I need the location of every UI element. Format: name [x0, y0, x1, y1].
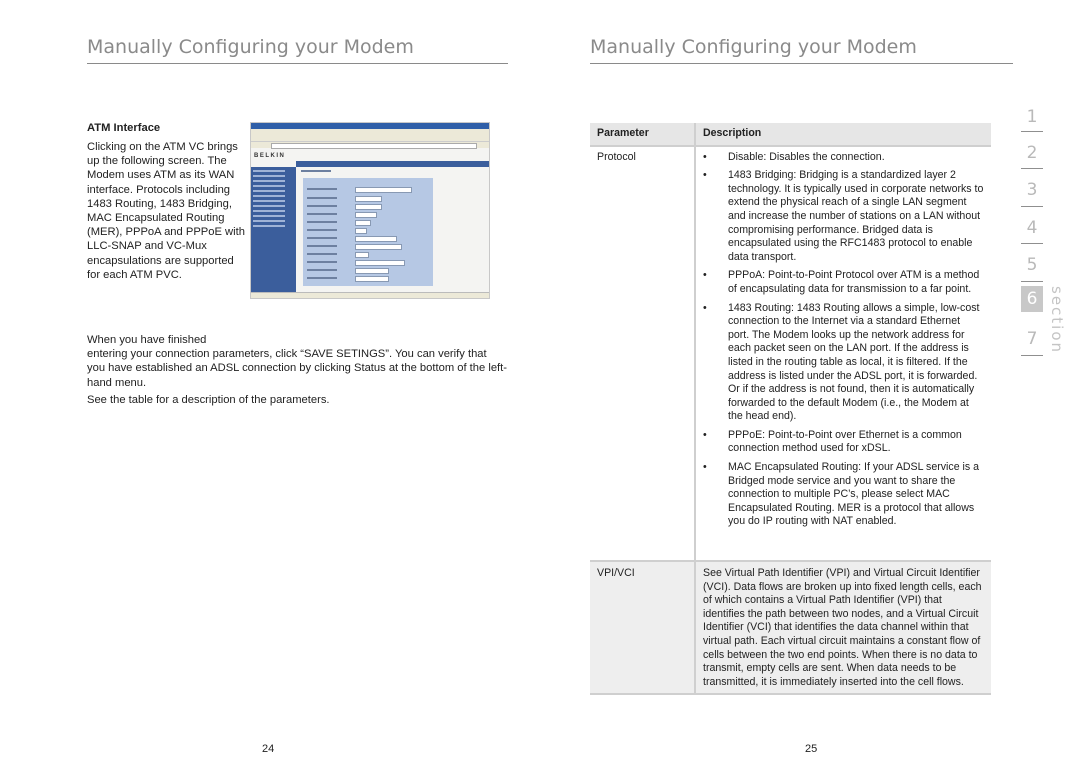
screenshot-form [303, 178, 433, 286]
bullet-icon: • [703, 169, 707, 182]
belkin-logo: BELKIN [254, 153, 286, 159]
header-description: Description [695, 123, 991, 147]
header-parameter: Parameter [590, 123, 696, 147]
page-number-left: 24 [262, 743, 275, 755]
finish-line-1: When you have finished [87, 334, 207, 346]
list-item: • PPPoA: Point-to-Point Protocol over ATM… [703, 269, 984, 296]
bullet-icon: • [703, 150, 707, 163]
left-page-title: Manually Configuring your Modem [87, 36, 414, 58]
section-tab-5[interactable]: 5 [1021, 255, 1043, 275]
section-tab-2[interactable]: 2 [1021, 143, 1043, 163]
section-divider [1021, 168, 1043, 169]
table-header-row: Parameter Description [590, 123, 991, 147]
param-description: • Disable: Disables the connection. • 1483… [695, 145, 991, 563]
list-item-text: 1483 Bridging: Bridging is a standardize… [728, 169, 984, 263]
section-tab-3[interactable]: 3 [1021, 180, 1043, 200]
atm-interface-body: Clicking on the ATM VC brings up the fol… [87, 141, 245, 281]
finish-line-rest: entering your connection parameters, cli… [87, 348, 507, 389]
section-tab-7[interactable]: 7 [1021, 329, 1043, 349]
finish-paragraph: When you have finished entering your con… [87, 333, 507, 390]
param-name: Protocol [590, 145, 696, 563]
list-item-text: MAC Encapsulated Routing: If your ADSL s… [728, 461, 980, 528]
list-item: • 1483 Bridging: Bridging is a standardiz… [703, 169, 984, 264]
parameter-table: Parameter Description Protocol • Disable:… [590, 123, 991, 696]
right-page-title: Manually Configuring your Modem [590, 36, 917, 58]
table-row: VPI/VCI See Virtual Path Identifier (VPI… [590, 561, 991, 696]
section-label: section [1048, 286, 1066, 355]
list-item-text: PPPoE: Point-to-Point over Ethernet is a… [728, 428, 962, 455]
param-description: See Virtual Path Identifier (VPI) and Vi… [695, 561, 991, 696]
atm-interface-heading: ATM Interface [87, 122, 161, 134]
list-item: • 1483 Routing: 1483 Routing allows a sim… [703, 302, 984, 424]
screenshot-banner [296, 161, 489, 167]
left-title-divider [87, 63, 508, 64]
bullet-icon: • [703, 269, 707, 282]
screenshot-address-bar [251, 142, 489, 149]
param-name: VPI/VCI [590, 561, 696, 696]
bullet-icon: • [703, 301, 707, 314]
section-divider [1021, 281, 1043, 282]
bullet-icon: • [703, 428, 707, 441]
list-item: • PPPoE: Point-to-Point over Ethernet is … [703, 429, 984, 456]
bullet-icon: • [703, 461, 707, 474]
screenshot-sidebar [251, 167, 296, 293]
see-table-note: See the table for a description of the p… [87, 394, 330, 406]
atm-interface-screenshot: BELKIN [250, 122, 490, 299]
right-title-divider [590, 63, 1013, 64]
section-divider [1021, 243, 1043, 244]
screenshot-toolbar [251, 134, 489, 142]
list-item-text: PPPoA: Point-to-Point Protocol over ATM … [728, 269, 980, 295]
table-row: Protocol • Disable: Disables the connecti… [590, 145, 991, 563]
section-tab-4[interactable]: 4 [1021, 218, 1043, 238]
protocol-options-list: • Disable: Disables the connection. • 1483… [703, 151, 984, 529]
section-divider [1021, 131, 1043, 132]
screenshot-heading [301, 170, 331, 172]
screenshot-statusbar [251, 292, 489, 298]
list-item-text: Disable: Disables the connection. [728, 150, 885, 163]
section-divider [1021, 206, 1043, 207]
section-divider [1021, 355, 1043, 356]
list-item-text: 1483 Routing: 1483 Routing allows a simp… [728, 301, 980, 423]
section-tab-6-active[interactable]: 6 [1021, 286, 1043, 312]
section-tab-1[interactable]: 1 [1021, 107, 1043, 127]
page-number-right: 25 [805, 743, 818, 755]
list-item: • Disable: Disables the connection. [703, 151, 984, 165]
list-item: • MAC Encapsulated Routing: If your ADSL … [703, 461, 984, 529]
